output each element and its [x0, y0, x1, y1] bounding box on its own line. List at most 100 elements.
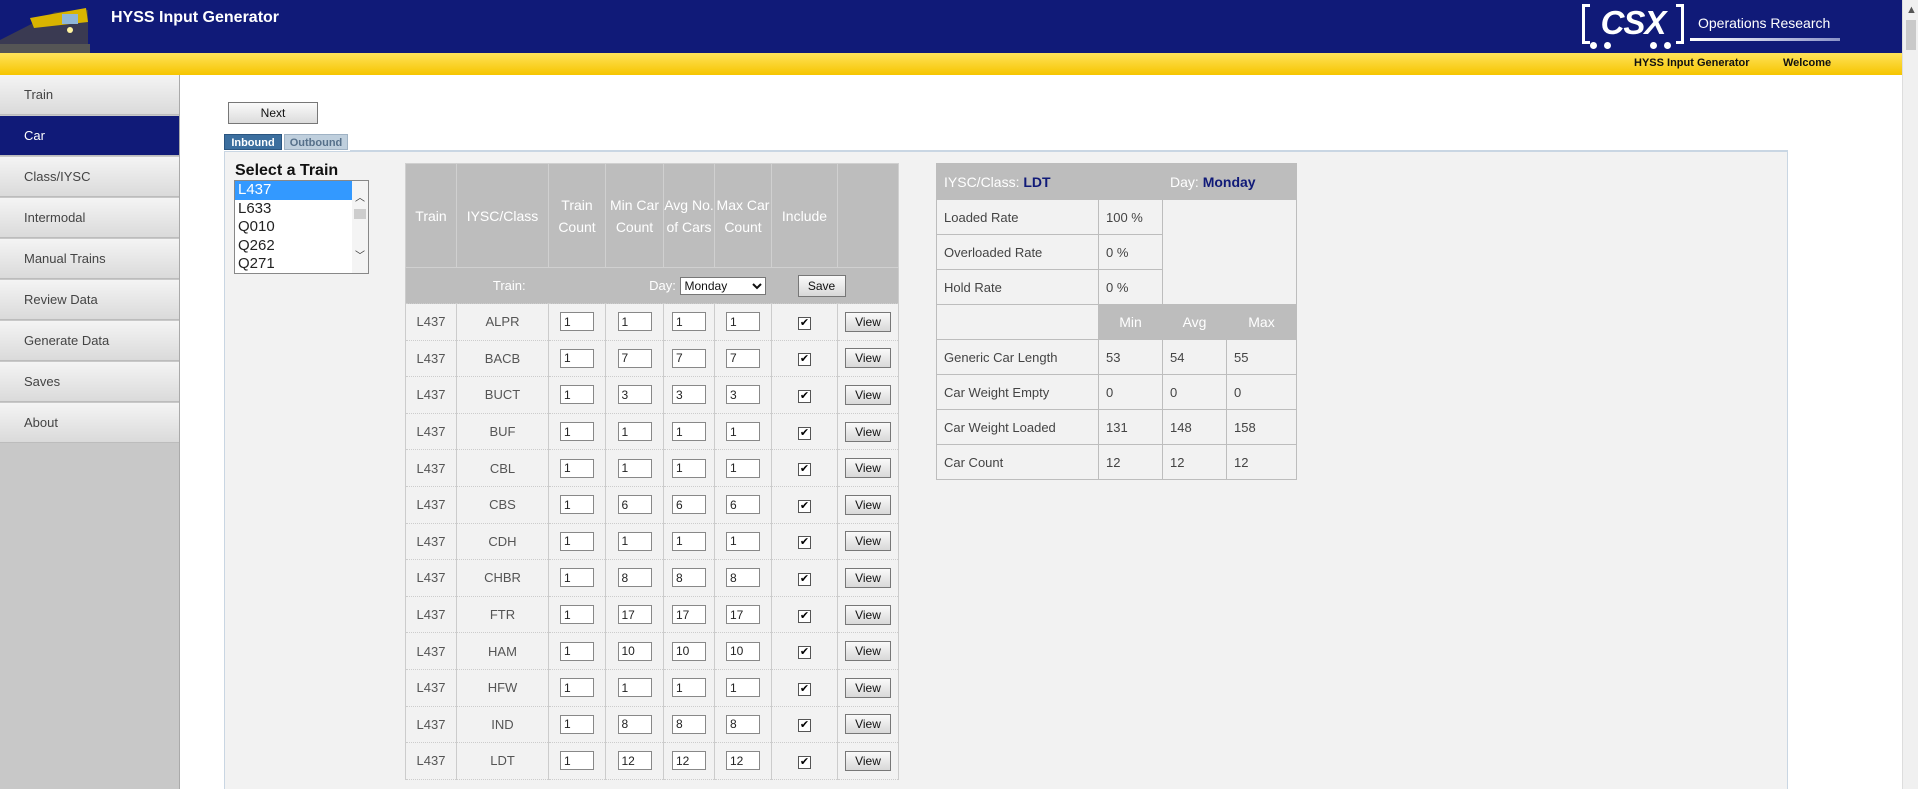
view-button[interactable]: View [845, 348, 891, 369]
min-count-input[interactable] [617, 714, 652, 734]
view-button[interactable]: View [845, 677, 891, 698]
view-button[interactable]: View [845, 421, 891, 442]
max-count-input[interactable] [726, 312, 760, 332]
train-count-input[interactable] [560, 714, 594, 734]
sidebar-item-review-data[interactable]: Review Data [0, 280, 179, 320]
train-count-input[interactable] [560, 678, 594, 698]
view-button[interactable]: View [845, 750, 891, 771]
include-checkbox[interactable]: ✔ [798, 463, 811, 477]
min-count-input[interactable] [617, 458, 652, 478]
train-option[interactable]: L437 [235, 181, 353, 200]
avg-count-input[interactable] [672, 348, 706, 368]
avg-count-input[interactable] [672, 422, 706, 442]
chevron-down-icon[interactable]: ﹀ [355, 247, 365, 262]
train-count-input[interactable] [560, 531, 594, 551]
include-checkbox[interactable]: ✔ [798, 316, 811, 330]
min-count-input[interactable] [617, 531, 652, 551]
train-count-input[interactable] [560, 422, 594, 442]
view-button[interactable]: View [845, 641, 891, 662]
include-checkbox[interactable]: ✔ [798, 353, 811, 367]
listbox-scrollbar[interactable]: ︿ ﹀ [352, 181, 368, 273]
max-count-input[interactable] [726, 531, 760, 551]
include-checkbox[interactable]: ✔ [798, 682, 811, 696]
train-count-input[interactable] [560, 458, 594, 478]
include-checkbox[interactable]: ✔ [798, 389, 811, 403]
avg-count-input[interactable] [672, 312, 706, 332]
avg-count-input[interactable] [672, 495, 706, 515]
max-count-input[interactable] [726, 714, 760, 734]
train-count-input[interactable] [560, 568, 594, 588]
max-count-input[interactable] [726, 348, 760, 368]
min-count-input[interactable] [617, 605, 652, 625]
max-count-input[interactable] [726, 495, 760, 515]
train-listbox[interactable]: L437 L633 Q010 Q262 Q271 ︿ ﹀ [234, 180, 369, 274]
include-checkbox[interactable]: ✔ [798, 646, 811, 660]
day-select[interactable]: Monday [679, 276, 766, 295]
sidebar-item-saves[interactable]: Saves [0, 362, 179, 402]
avg-count-input[interactable] [672, 458, 706, 478]
top-link-welcome[interactable]: Welcome [1783, 57, 1831, 69]
train-count-input[interactable] [560, 641, 594, 661]
include-checkbox[interactable]: ✔ [798, 426, 811, 440]
min-count-input[interactable] [617, 312, 652, 332]
max-count-input[interactable] [726, 458, 760, 478]
view-button[interactable]: View [845, 494, 891, 515]
train-option[interactable]: Q262 [235, 237, 353, 256]
chevron-up-icon[interactable]: ︿ [355, 189, 365, 204]
min-count-input[interactable] [617, 385, 652, 405]
top-link-hyss[interactable]: HYSS Input Generator [1634, 57, 1750, 69]
include-checkbox[interactable]: ✔ [798, 536, 811, 550]
scroll-up-icon[interactable]: ▲ [1906, 4, 1917, 16]
sidebar-item-car[interactable]: Car [0, 116, 179, 156]
min-count-input[interactable] [617, 641, 652, 661]
train-option[interactable]: Q010 [235, 218, 353, 237]
avg-count-input[interactable] [672, 605, 706, 625]
view-button[interactable]: View [845, 604, 891, 625]
include-checkbox[interactable]: ✔ [798, 719, 811, 733]
train-count-input[interactable] [560, 348, 594, 368]
view-button[interactable]: View [845, 714, 891, 735]
max-count-input[interactable] [726, 641, 760, 661]
scroll-thumb[interactable] [1906, 20, 1916, 50]
tab-outbound[interactable]: Outbound [284, 134, 348, 150]
save-button[interactable]: Save [797, 274, 846, 297]
avg-count-input[interactable] [672, 641, 706, 661]
listbox-scroll-thumb[interactable] [354, 209, 366, 219]
max-count-input[interactable] [726, 568, 760, 588]
train-count-input[interactable] [560, 312, 594, 332]
avg-count-input[interactable] [672, 714, 706, 734]
max-count-input[interactable] [726, 385, 760, 405]
sidebar-item-train[interactable]: Train [0, 75, 179, 115]
avg-count-input[interactable] [672, 751, 706, 771]
max-count-input[interactable] [726, 751, 760, 771]
include-checkbox[interactable]: ✔ [798, 755, 811, 769]
train-option[interactable]: L633 [235, 200, 353, 219]
view-button[interactable]: View [845, 458, 891, 479]
next-button[interactable]: Next [228, 102, 318, 124]
sidebar-item-intermodal[interactable]: Intermodal [0, 198, 179, 238]
sidebar-item-class-iysc[interactable]: Class/IYSC [0, 157, 179, 197]
max-count-input[interactable] [726, 678, 760, 698]
include-checkbox[interactable]: ✔ [798, 499, 811, 513]
train-count-input[interactable] [560, 385, 594, 405]
view-button[interactable]: View [845, 311, 891, 332]
min-count-input[interactable] [617, 568, 652, 588]
tab-inbound[interactable]: Inbound [224, 134, 282, 150]
view-button[interactable]: View [845, 567, 891, 588]
max-count-input[interactable] [726, 605, 760, 625]
avg-count-input[interactable] [672, 385, 706, 405]
min-count-input[interactable] [617, 348, 652, 368]
avg-count-input[interactable] [672, 531, 706, 551]
view-button[interactable]: View [845, 384, 891, 405]
min-count-input[interactable] [617, 751, 652, 771]
avg-count-input[interactable] [672, 678, 706, 698]
include-checkbox[interactable]: ✔ [798, 609, 811, 623]
min-count-input[interactable] [617, 495, 652, 515]
train-option[interactable]: Q271 [235, 255, 353, 273]
page-scrollbar[interactable]: ▲ [1902, 0, 1918, 789]
view-button[interactable]: View [845, 531, 891, 552]
sidebar-item-generate-data[interactable]: Generate Data [0, 321, 179, 361]
train-count-input[interactable] [560, 605, 594, 625]
max-count-input[interactable] [726, 422, 760, 442]
sidebar-item-about[interactable]: About [0, 403, 179, 443]
